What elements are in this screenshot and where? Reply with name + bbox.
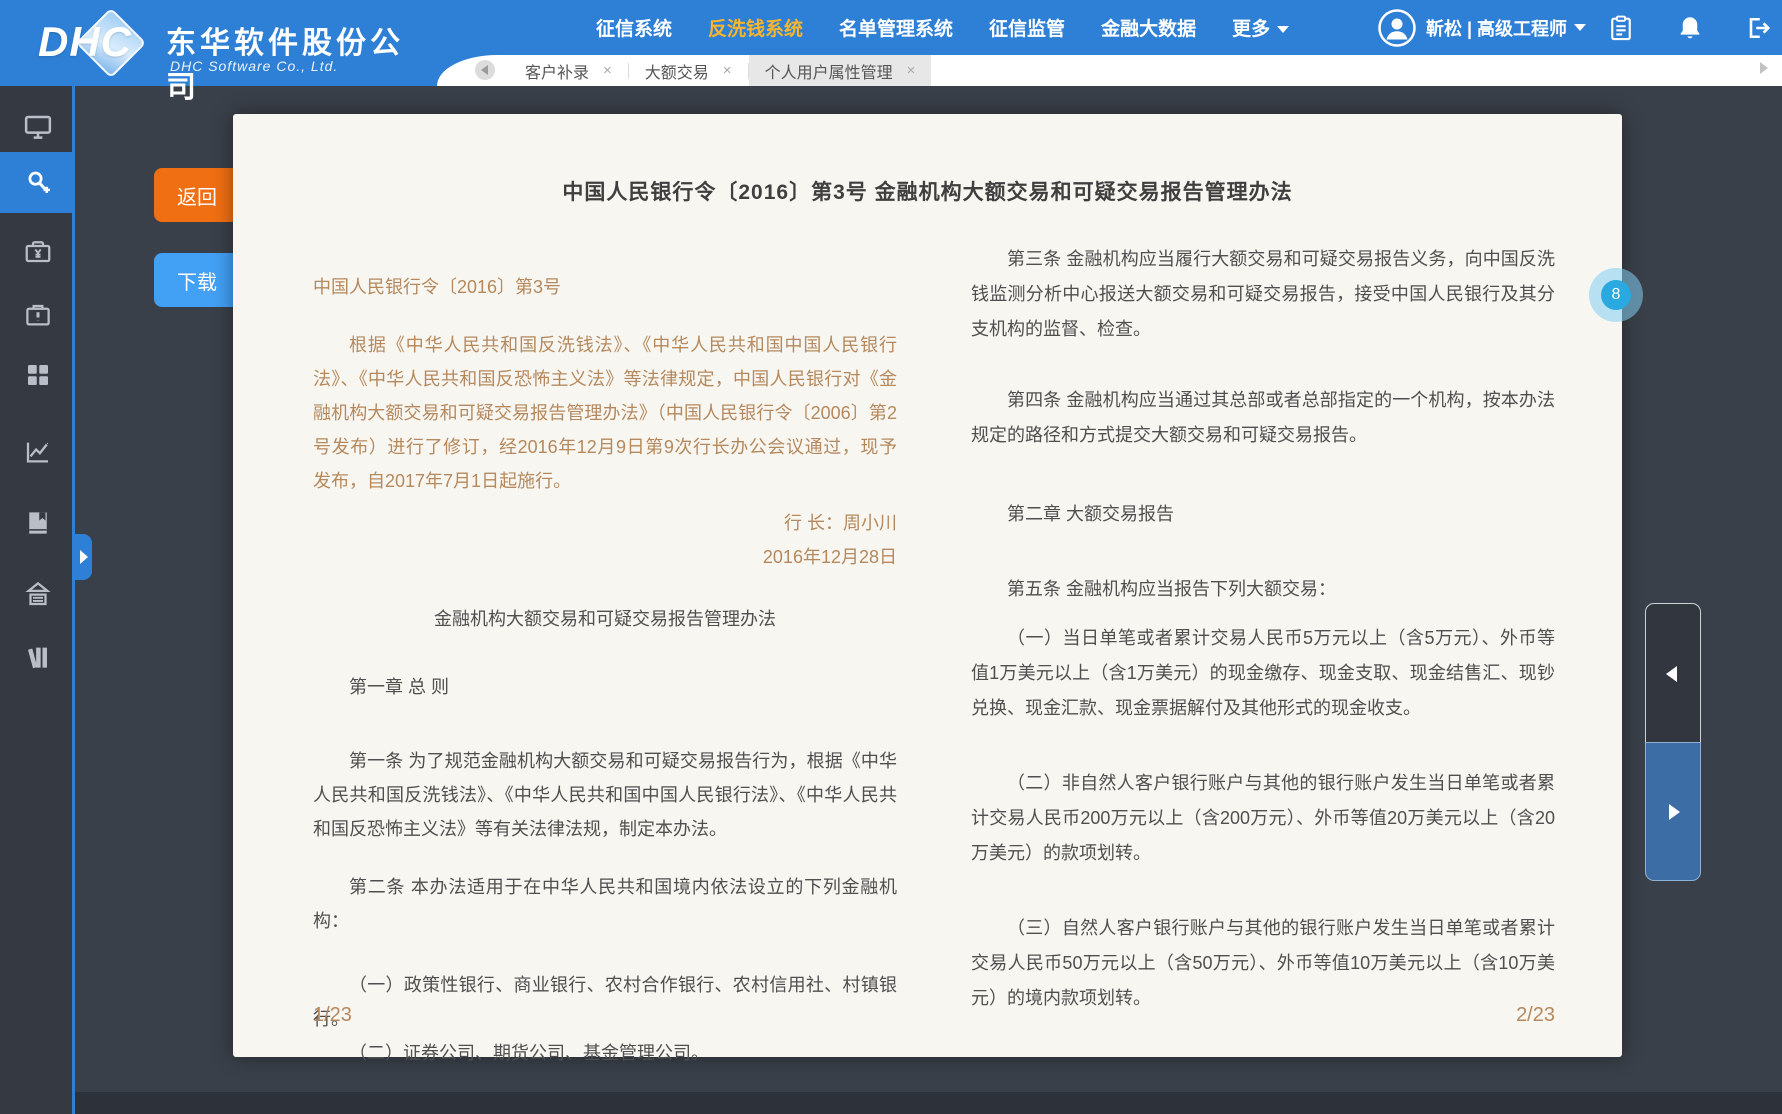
document-title: 中国人民银行令〔2016〕第3号 金融机构大额交易和可疑交易报告管理办法 (233, 176, 1622, 206)
library-icon (23, 642, 53, 672)
decree-date: 2016年12月28日 (313, 540, 897, 574)
chapter-1-heading: 第一章 总 则 (313, 670, 897, 704)
company-subtitle: DHC Software Co., Ltd. (170, 58, 338, 74)
chevron-down-icon (1574, 24, 1586, 31)
nav-item-list-management[interactable]: 名单管理系统 (839, 14, 953, 41)
download-button[interactable]: 下载 (154, 253, 240, 307)
sidebar-item-grid[interactable] (0, 351, 75, 399)
article-2: 第二条 本办法适用于在中华人民共和国境内依法设立的下列金融机构： (313, 870, 897, 938)
page-number-left: 1/23 (313, 1004, 352, 1027)
close-icon[interactable]: × (603, 62, 612, 79)
article-3: 第三条 金融机构应当履行大额交易和可疑交易报告义务，向中国反洗钱监测分析中心报送… (971, 242, 1555, 347)
tab-label: 客户补录 (525, 59, 589, 83)
alert-box-icon (23, 300, 53, 330)
grid-icon (23, 360, 53, 390)
nav-item-credit-system[interactable]: 征信系统 (596, 14, 672, 41)
nav-item-financial-bigdata[interactable]: 金融大数据 (1101, 14, 1196, 41)
sidebar (0, 86, 75, 1114)
sidebar-collapse-handle-icon[interactable] (75, 534, 92, 580)
close-icon[interactable]: × (723, 62, 732, 79)
nav-item-aml-system[interactable]: 反洗钱系统 (708, 14, 803, 41)
next-page-button[interactable] (1645, 742, 1701, 881)
tab-scroll-right-icon[interactable] (1760, 62, 1768, 74)
bell-icon[interactable] (1676, 14, 1704, 42)
main-nav: 征信系统 反洗钱系统 名单管理系统 征信监管 金融大数据 更多 (596, 0, 1289, 55)
monitor-icon (23, 112, 53, 142)
decree-intro: 根据《中华人民共和国反洗钱法》、《中华人民共和国中国人民银行法》、《中华人民共和… (313, 328, 897, 498)
sidebar-item-sign[interactable] (0, 570, 75, 618)
avatar (1378, 9, 1416, 47)
document-page-left: 中国人民银行令〔2016〕第3号 根据《中华人民共和国反洗钱法》、《中华人民共和… (313, 270, 897, 1070)
article-5-item-3: （三）自然人客户银行账户与其他的银行账户发生当日单笔或者累计交易人民币50万元以… (971, 911, 1555, 1016)
sidebar-item-user-add[interactable] (0, 152, 75, 213)
close-icon[interactable]: × (907, 62, 916, 79)
user-area[interactable]: 靳松 | 高级工程师 (1378, 0, 1586, 55)
user-add-icon (23, 168, 53, 198)
user-name: 靳松 | 高级工程师 (1426, 15, 1567, 41)
tab-scroll-left-icon[interactable] (475, 60, 495, 80)
book-icon (23, 508, 53, 538)
chevron-down-icon (1277, 26, 1289, 33)
sidebar-item-book[interactable] (0, 499, 75, 547)
measure-subtitle: 金融机构大额交易和可疑交易报告管理办法 (313, 602, 897, 636)
document-page-right: 第三条 金融机构应当履行大额交易和可疑交易报告义务，向中国反洗钱监测分析中心报送… (971, 242, 1555, 1016)
decree-signer: 行 长：周小川 (313, 506, 897, 540)
tab-customer-supplement[interactable]: 客户补录 × (509, 55, 628, 86)
chapter-2-heading: 第二章 大额交易报告 (971, 497, 1555, 532)
article-5: 第五条 金融机构应当报告下列大额交易： (971, 572, 1555, 607)
sidebar-item-library[interactable] (0, 633, 75, 681)
sidebar-item-alert-box[interactable] (0, 291, 75, 339)
article-5-item-2: （二）非自然人客户银行账户与其他的银行账户发生当日单笔或者累计交易人民币200万… (971, 766, 1555, 871)
tab-strip: 客户补录 × 大额交易 × 个人用户属性管理 × (437, 55, 1782, 86)
nav-more-label: 更多 (1232, 19, 1270, 40)
sidebar-item-chart[interactable] (0, 428, 75, 476)
article-2-item-2: （二）证券公司、期货公司、基金管理公司。 (313, 1036, 897, 1070)
tab-label: 大额交易 (645, 59, 709, 83)
sign-icon (23, 579, 53, 609)
tab-personal-user-attributes[interactable]: 个人用户属性管理 × (749, 55, 932, 86)
tab-label: 个人用户属性管理 (765, 59, 893, 83)
cash-box-icon (23, 236, 53, 266)
logout-icon[interactable] (1744, 14, 1772, 42)
chart-icon (23, 437, 53, 467)
clipboard-icon[interactable] (1607, 14, 1635, 42)
article-2-item-1: （一）政策性银行、商业银行、农村合作银行、农村信用社、村镇银行。 (313, 968, 897, 1036)
article-4: 第四条 金融机构应当通过其总部或者总部指定的一个机构，按本办法规定的路径和方式提… (971, 383, 1555, 453)
page-navigator (1645, 603, 1701, 881)
logo: DHC 东华软件股份公司 DHC Software Co., Ltd. (30, 6, 410, 80)
document-viewer: 中国人民银行令〔2016〕第3号 金融机构大额交易和可疑交易报告管理办法 中国人… (233, 114, 1622, 1057)
badge-count: 8 (1601, 280, 1631, 310)
sidebar-item-monitor[interactable] (0, 103, 75, 151)
tab-large-transaction[interactable]: 大额交易 × (629, 55, 748, 86)
article-5-item-1: （一）当日单笔或者累计交易人民币5万元以上（含5万元）、外币等值1万美元以上（含… (971, 621, 1555, 726)
sidebar-item-cash-box[interactable] (0, 227, 75, 275)
decree-number: 中国人民银行令〔2016〕第3号 (313, 270, 897, 304)
page-number-right: 2/23 (1516, 1004, 1555, 1027)
article-1: 第一条 为了规范金融机构大额交易和可疑交易报告行为，根据《中华人民共和国反洗钱法… (313, 744, 897, 846)
nav-item-credit-supervision[interactable]: 征信监管 (989, 14, 1065, 41)
bottom-bar (0, 1092, 1782, 1114)
back-button[interactable]: 返回 (154, 168, 240, 222)
previous-page-button[interactable] (1645, 603, 1701, 742)
notification-badge[interactable]: 8 (1589, 268, 1643, 322)
nav-item-more[interactable]: 更多 (1232, 14, 1289, 41)
